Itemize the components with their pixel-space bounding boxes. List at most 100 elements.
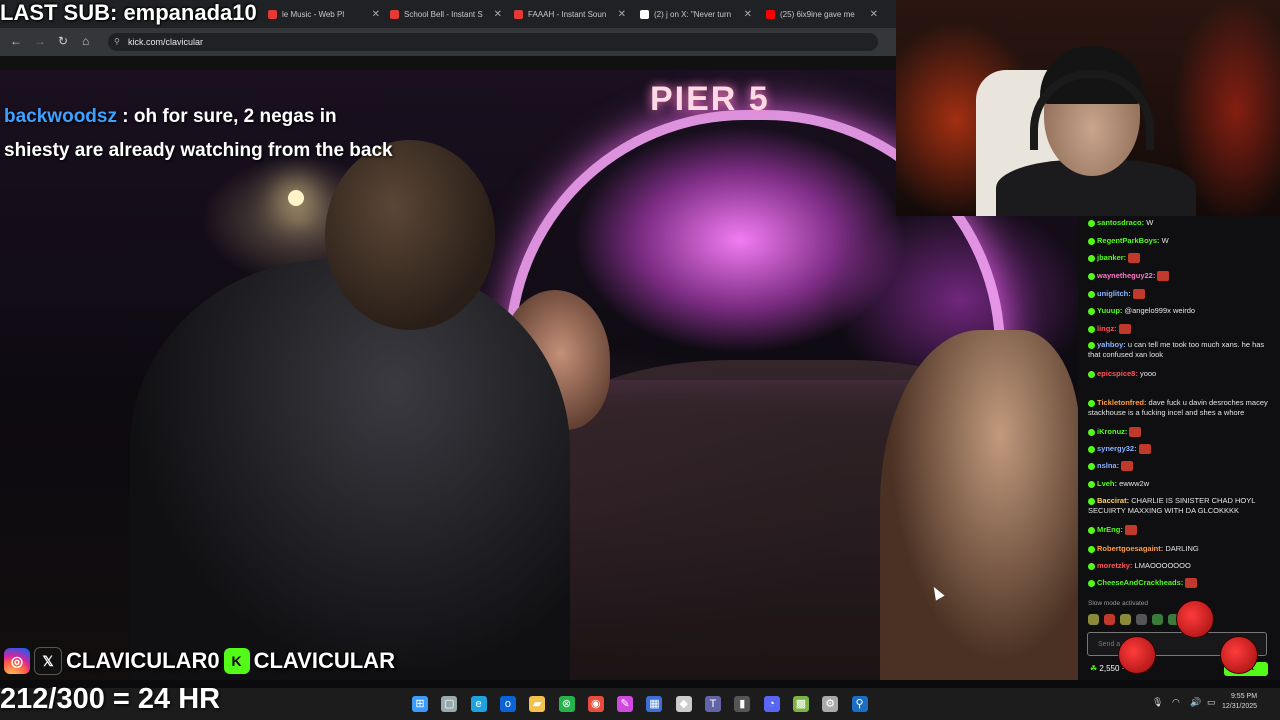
store-icon[interactable]: ▦ [646, 696, 663, 712]
folder-icon[interactable]: ▰ [529, 696, 546, 712]
badge-icon [1088, 562, 1095, 570]
system-clock[interactable]: 9:55 PM 12/31/2025 [1222, 692, 1257, 712]
settings-icon[interactable]: ⚙ [822, 696, 839, 712]
chat-message: moretzky: LMAOOOOOOO [1088, 561, 1274, 571]
back-icon[interactable]: ← [10, 34, 22, 48]
browser-tab[interactable]: (2) j on X: "Never turn ✕ [640, 5, 752, 23]
chat-username[interactable]: yahboy: [1097, 340, 1126, 349]
chat-username[interactable]: santosdraco: [1097, 218, 1144, 227]
discord-icon[interactable]: ◔ [763, 696, 780, 712]
close-icon[interactable]: ✕ [366, 9, 380, 20]
clock-time: 9:55 PM [1230, 693, 1258, 700]
site-info-icon[interactable]: ⚲ [114, 33, 120, 51]
outlook-icon[interactable]: o [499, 696, 516, 712]
volume-icon[interactable]: 🔊 [1190, 697, 1201, 708]
url-field[interactable]: ⚲ kick.com/clavicular [108, 33, 878, 51]
tab-label: (25) 6ix9ine gave me [780, 9, 855, 19]
chat-username[interactable]: Yuuup: [1097, 306, 1122, 315]
chat-username[interactable]: Robertgoesagaint: [1097, 544, 1163, 553]
tab-favicon-icon [766, 9, 775, 19]
battery-icon[interactable]: ▭ [1207, 697, 1216, 708]
home-icon[interactable]: ⌂ [82, 34, 89, 48]
chat-message: MrEng: [1088, 525, 1274, 536]
badge-icon [1088, 237, 1095, 245]
reload-icon[interactable]: ↻ [58, 34, 68, 48]
chat-message: santosdraco: W [1088, 218, 1274, 228]
chat-username[interactable]: moretzky: [1097, 561, 1132, 570]
chat-username[interactable]: nslna: [1097, 461, 1119, 470]
badge-icon [1088, 497, 1095, 505]
chat-message: Robertgoesagaint: DARLING [1088, 544, 1274, 554]
windows-icon[interactable]: ⊞ [412, 696, 428, 712]
chat-username[interactable]: Tickletonfred: [1097, 398, 1146, 407]
wifi-icon[interactable]: ◠ [1172, 697, 1180, 708]
sub-goal-counter: 212/300 = 24 HR [0, 683, 221, 715]
emote-icon [1124, 525, 1137, 536]
chat-message: Tickletonfred: dave fuck u davin desroch… [1088, 398, 1274, 418]
chat-username[interactable]: epicspice8: [1097, 369, 1138, 378]
chat-username[interactable]: iKronuz: [1097, 427, 1127, 436]
close-icon[interactable]: ✕ [488, 9, 502, 20]
paint-icon[interactable]: ✎ [617, 696, 634, 712]
chat-username[interactable]: RegentParkBoys: [1097, 236, 1160, 245]
emote-icon[interactable] [1104, 614, 1115, 625]
chat-username[interactable]: Lveh: [1097, 479, 1117, 488]
chat-username[interactable]: synergy32: [1097, 444, 1137, 453]
close-icon[interactable]: ✕ [612, 9, 626, 20]
chat-message: jbanker: [1088, 253, 1274, 264]
spiderman-sticker [1176, 600, 1214, 638]
tab-label: le Music - Web Pl [282, 9, 345, 19]
badge-icon [1088, 579, 1095, 587]
terminal-icon[interactable]: ▮ [734, 696, 751, 712]
chat-text: ewww2w [1117, 479, 1150, 488]
chat-username[interactable]: Baccirat: [1097, 496, 1129, 505]
emote-icon[interactable] [1136, 614, 1147, 625]
chat-message: nslna: [1088, 461, 1274, 472]
browser-tab[interactable]: School Bell - Instant S ✕ [390, 5, 502, 23]
chrome-icon[interactable]: ◉ [587, 696, 604, 712]
browser-tab[interactable]: le Music - Web Pl ✕ [268, 5, 380, 23]
badge-icon [1088, 428, 1095, 436]
tab-favicon-icon [514, 9, 523, 19]
emote-icon [1132, 289, 1145, 300]
woman-foreground [880, 330, 1078, 680]
emote-icon[interactable] [1152, 614, 1163, 625]
close-icon[interactable]: ✕ [738, 9, 752, 20]
badge-icon [1088, 370, 1095, 378]
xbox-icon[interactable]: ⊗ [558, 696, 575, 712]
emote-icon[interactable] [1088, 614, 1099, 625]
chat-message: Lveh: ewww2w [1088, 479, 1274, 489]
badge-icon [1088, 325, 1095, 333]
chat-username[interactable]: uniglitch: [1097, 289, 1131, 298]
edge-icon[interactable]: e [470, 696, 487, 712]
browser-tab[interactable]: FAAAH - Instant Soun ✕ [514, 5, 626, 23]
microphone-icon[interactable]: 🎙 [1152, 697, 1163, 708]
tab-favicon-icon [640, 9, 649, 19]
chat-username[interactable]: lingz: [1097, 324, 1117, 333]
steam-icon[interactable]: ⚲ [851, 696, 868, 712]
emote-icon[interactable] [1120, 614, 1131, 625]
chat-message: Yuuup: @angelo999x weirdo [1088, 306, 1274, 316]
teams-icon[interactable]: T [705, 696, 721, 712]
map-icon[interactable]: ◆ [675, 696, 692, 712]
forward-icon[interactable]: → [34, 34, 46, 48]
chat-username[interactable]: CheeseAndCrackheads: [1097, 578, 1183, 587]
tab-favicon-icon [390, 9, 399, 19]
url-text: kick.com/clavicular [128, 37, 204, 47]
browser-tab[interactable]: (25) 6ix9ine gave me ✕ [766, 5, 878, 23]
emote-icon [1129, 427, 1142, 438]
chat-username[interactable]: waynetheguy22: [1097, 271, 1155, 280]
emote-icon [1118, 324, 1131, 335]
close-icon[interactable]: ✕ [864, 9, 878, 20]
spiderman-sticker [1118, 636, 1156, 674]
search-icon[interactable]: ▢ [441, 696, 458, 712]
minecraft-icon[interactable]: ▩ [792, 696, 809, 712]
chat-username[interactable]: MrEng: [1097, 525, 1123, 534]
street-lamp [288, 190, 304, 206]
address-bar-row: ← → ↻ ⌂ ⚲ kick.com/clavicular [0, 28, 896, 56]
page-header-strip [0, 56, 896, 70]
webcam-feed [896, 0, 1280, 216]
badge-icon [1088, 445, 1095, 453]
chat-username[interactable]: jbanker: [1097, 253, 1126, 262]
chat-message: waynetheguy22: [1088, 271, 1274, 282]
